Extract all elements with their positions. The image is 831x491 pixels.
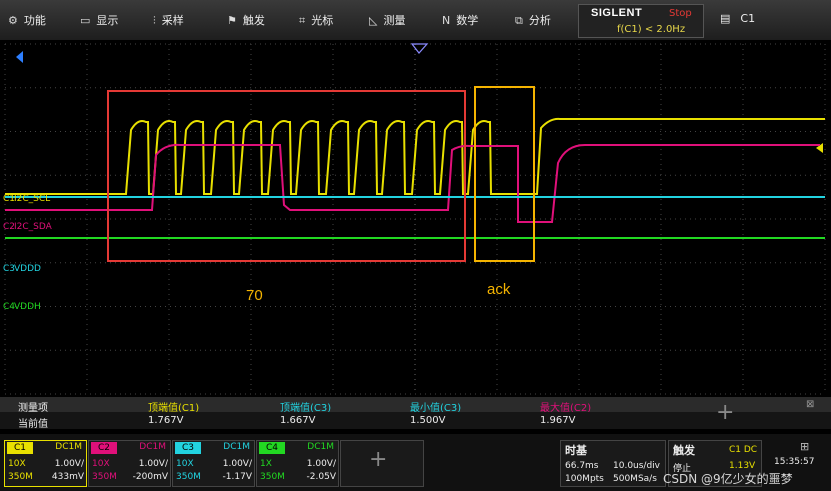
highlight-box-70 xyxy=(107,90,466,262)
measure-values: 当前值 1.767V 1.667V 1.500V 1.967V xyxy=(0,412,831,430)
horizontal-offset-marker xyxy=(16,51,23,63)
measure-icon: ◺ xyxy=(369,14,378,27)
svg-text:I2C_SDA: I2C_SDA xyxy=(14,222,53,232)
highlight-box-ack xyxy=(474,86,535,262)
add-measure-icon[interactable]: + xyxy=(716,400,734,425)
channel-selector[interactable]: ▤ C1 xyxy=(720,12,755,25)
measure-value-1: 1.767V xyxy=(148,415,184,426)
menu-analysis[interactable]: ⧉ 分析 xyxy=(515,12,551,28)
menu-display[interactable]: ▭ 显示 xyxy=(80,12,118,28)
scl-waveform xyxy=(5,117,825,195)
channel-label-c3[interactable]: C3 VDDD xyxy=(3,264,41,274)
bottom-status-bar: C1 DC1M 10X 1.00V/ 350M 433mV C2 DC1M 10… xyxy=(0,434,831,491)
clock: 15:35:57 xyxy=(774,457,815,467)
channel-box-c3[interactable]: C3 DC1M 10X 1.00V/ 350M -1.17V xyxy=(172,440,255,487)
channel-label-c4[interactable]: C4 VDDH xyxy=(3,302,41,312)
measure-value-3: 1.500V xyxy=(410,415,446,426)
waveform-display: 70 ack C1 I2C_SCL C2 I2C_SDA C3 VDDD C4 … xyxy=(0,40,831,396)
menu-math[interactable]: Ν 数学 xyxy=(442,12,478,28)
top-menu-bar: ⚙ 功能 ▭ 显示 ⫶ 采样 ⚑ 触发 ⌗ 光标 ◺ 测量 Ν 数学 ⧉ 分析 SIGLENT … xyxy=(0,0,831,41)
status-panel: SIGLENT Stop f(C1) < 2.0Hz xyxy=(578,4,704,38)
channel-box-c1[interactable]: C1 DC1M 10X 1.00V/ 350M 433mV xyxy=(4,440,87,487)
timebase-panel[interactable]: 时基 66.7ms 10.0us/div 100Mpts 500MSa/s xyxy=(560,440,666,487)
channel-box-c4[interactable]: C4 DC1M 1X 1.00V/ 350M -2.05V xyxy=(256,440,339,487)
menu-trigger[interactable]: ⚑ 触发 xyxy=(227,12,265,28)
acquire-icon: ⫶ xyxy=(153,14,156,27)
watermark: CSDN @9亿少女的噩梦 xyxy=(663,472,793,486)
measure-value-4: 1.967V xyxy=(540,415,576,426)
brand-logo: SIGLENT xyxy=(591,7,643,19)
analysis-icon: ⧉ xyxy=(515,14,523,27)
channel-label-c2[interactable]: C2 I2C_SDA xyxy=(3,222,53,232)
list-icon: ▤ xyxy=(720,12,731,25)
menu-cursor[interactable]: ⌗ 光标 xyxy=(299,12,333,28)
annotation-ack: ack xyxy=(487,281,511,298)
menu-acquire[interactable]: ⫶ 采样 xyxy=(153,12,184,28)
channel-box-c2[interactable]: C2 DC1M 10X 1.00V/ 350M -200mV xyxy=(88,440,171,487)
annotation-70: 70 xyxy=(246,287,263,304)
trigger-flag-icon: ⚑ xyxy=(227,14,237,27)
svg-text:VDDH: VDDH xyxy=(14,302,41,312)
waveform-svg: 70 ack C1 I2C_SCL C2 I2C_SDA C3 VDDD C4 … xyxy=(3,43,826,395)
network-icon: ⊞ xyxy=(800,440,810,453)
svg-text:I2C_SCL: I2C_SCL xyxy=(14,194,50,204)
add-channel-icon[interactable]: + xyxy=(369,447,387,472)
function-icon: ⚙ xyxy=(8,14,18,27)
cursor-icon: ⌗ xyxy=(299,14,306,27)
channel-label-c1[interactable]: C1 I2C_SCL xyxy=(3,194,50,204)
math-icon: Ν xyxy=(442,14,451,27)
grid xyxy=(4,43,826,395)
trigger-info: f(C1) < 2.0Hz xyxy=(617,24,686,35)
trigger-position-marker xyxy=(410,43,429,54)
menu-function[interactable]: ⚙ 功能 xyxy=(8,12,46,28)
measure-row-label: 当前值 xyxy=(18,419,48,430)
measure-close-icon[interactable]: ⊠ xyxy=(806,399,814,410)
svg-text:VDDD: VDDD xyxy=(14,264,41,274)
run-status: Stop xyxy=(669,8,692,19)
display-icon: ▭ xyxy=(80,14,91,27)
add-channel-panel[interactable]: + xyxy=(340,440,424,487)
measure-header: 测量项 顶端值(C1) 顶端值(C3) 最小值(C3) 最大值(C2) ⊠ xyxy=(0,397,831,414)
measure-value-2: 1.667V xyxy=(280,415,316,426)
menu-measure[interactable]: ◺ 测量 xyxy=(369,12,405,28)
